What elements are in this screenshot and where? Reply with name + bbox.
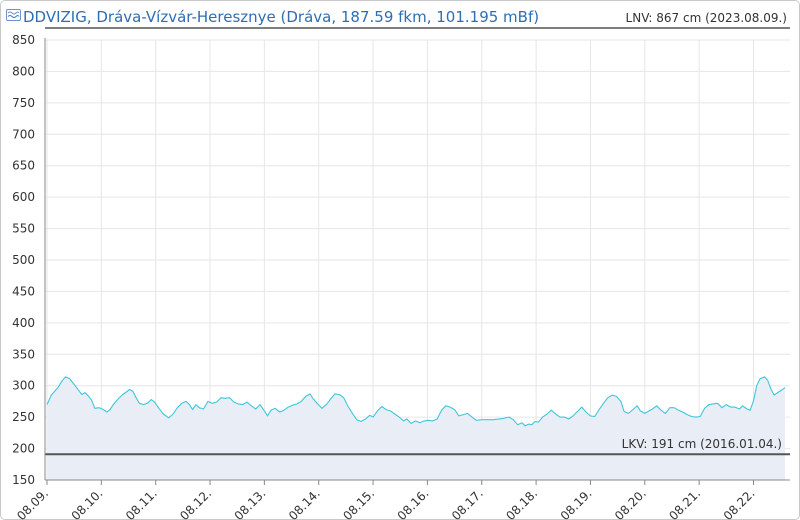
x-tick-label: 08.12. bbox=[177, 486, 214, 520]
y-tick-label: 650 bbox=[12, 159, 35, 173]
series-layer bbox=[46, 376, 786, 480]
x-axis-ticks: 08.09. 08.10. 08.11. 08.12. 08.13. 08.14. 08.1… bbox=[14, 486, 757, 520]
y-tick-label: 700 bbox=[12, 127, 35, 141]
x-tick-label: 08.15. bbox=[340, 486, 377, 520]
x-tick-label: 08.11. bbox=[123, 486, 160, 520]
x-tick-label: 08.18. bbox=[503, 486, 540, 520]
y-tick-label: 750 bbox=[12, 96, 35, 110]
series-area bbox=[47, 376, 785, 480]
y-tick-label: 450 bbox=[12, 284, 35, 298]
y-tick-label: 300 bbox=[12, 379, 35, 393]
x-tick-label: 08.22. bbox=[721, 486, 758, 520]
y-tick-label: 800 bbox=[12, 64, 35, 78]
x-tick-label: 08.16. bbox=[395, 486, 432, 520]
y-tick-label: 350 bbox=[12, 347, 35, 361]
y-tick-label: 500 bbox=[12, 253, 35, 267]
y-axis-ticks: 150 200 250 300 350 400 450 500 550 600 650 700 750 8… bbox=[12, 33, 35, 487]
x-tick-label: 08.14. bbox=[286, 486, 323, 520]
y-tick-label: 400 bbox=[12, 316, 35, 330]
x-tick-label: 08.13. bbox=[232, 486, 269, 520]
y-tick-label: 200 bbox=[12, 442, 35, 456]
y-tick-label: 600 bbox=[12, 190, 35, 204]
x-tick-label: 08.09. bbox=[14, 486, 51, 520]
x-tick-label: 08.20. bbox=[612, 486, 649, 520]
lkv-label: LKV: 191 cm (2016.01.04.) bbox=[622, 437, 782, 451]
y-tick-label: 550 bbox=[12, 222, 35, 236]
water-level-chart: LKV: 191 cm (2016.01.04.) 150 200 250 300 35… bbox=[12, 27, 790, 520]
y-tick-label: 850 bbox=[12, 33, 35, 47]
x-tick-label: 08.17. bbox=[449, 486, 486, 520]
y-tick-label: 150 bbox=[12, 473, 35, 487]
y-tick-label: 250 bbox=[12, 410, 35, 424]
x-tick-label: 08.19. bbox=[558, 486, 595, 520]
x-tick-label: 08.10. bbox=[69, 486, 106, 520]
x-tick-label: 08.21. bbox=[666, 486, 703, 520]
